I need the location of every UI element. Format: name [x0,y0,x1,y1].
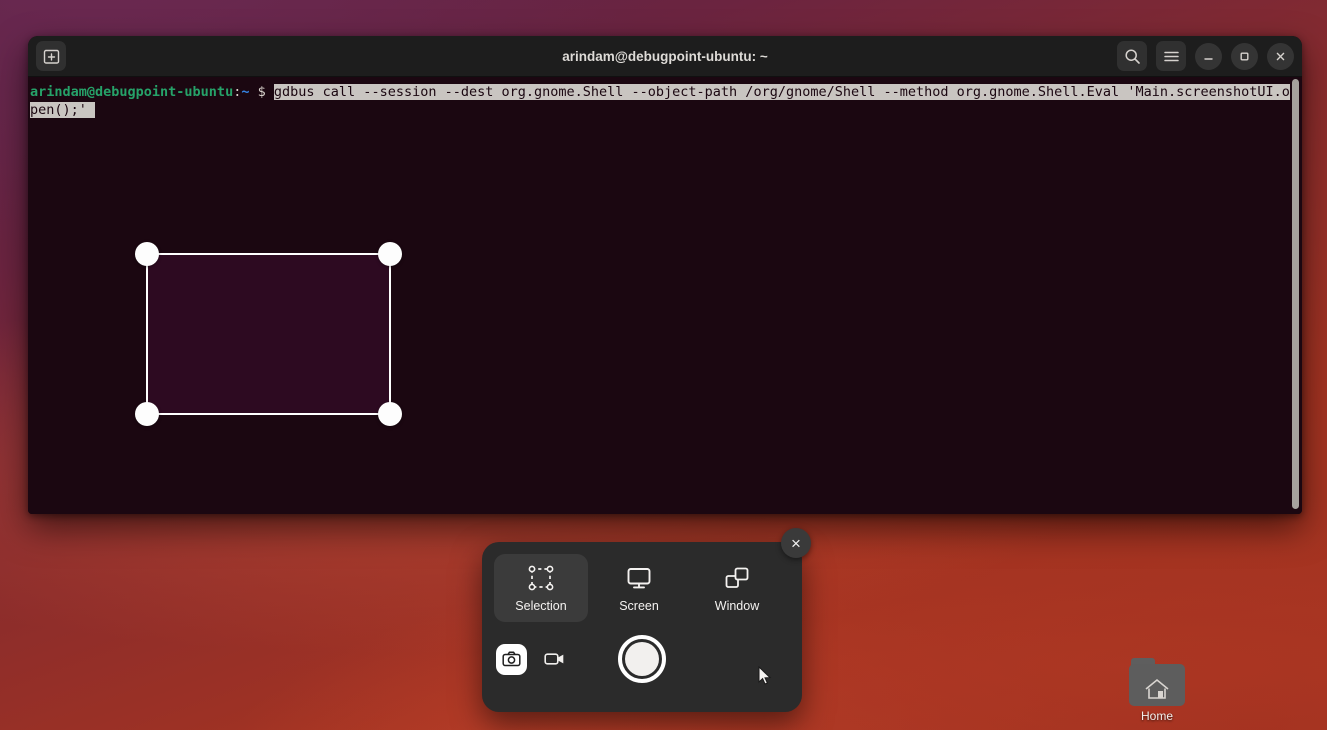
terminal-prompt-line: arindam@debugpoint-ubuntu:~ $ gdbus call… [30,83,1302,119]
search-icon[interactable] [1117,41,1147,71]
house-glyph [1144,678,1170,700]
selection-handle-bottom-left[interactable] [135,402,159,426]
mode-selection-label: Selection [515,599,566,613]
terminal-title: arindam@debugpoint-ubuntu: ~ [28,49,1302,64]
screenshot-ui-panel[interactable]: × Selection [482,542,802,712]
panel-close-icon[interactable]: × [781,528,811,558]
mode-selection-button[interactable]: Selection [494,554,588,622]
desktop-icon-label: Home [1141,709,1173,723]
selection-handle-top-right[interactable] [378,242,402,266]
terminal-window[interactable]: arindam@debugpoint-ubuntu: ~ [28,36,1302,514]
mode-window-label: Window [715,599,759,613]
selection-handle-top-left[interactable] [135,242,159,266]
prompt-dollar-space [249,84,257,100]
desktop-icon-home[interactable]: Home [1124,658,1190,723]
mode-screen-label: Screen [619,599,659,613]
home-folder-icon [1129,658,1185,706]
terminal-titlebar[interactable]: arindam@debugpoint-ubuntu: ~ [28,36,1302,77]
mode-screen-button[interactable]: Screen [592,554,686,622]
video-camera-icon[interactable] [539,644,570,675]
capture-mode-row: Selection Screen [482,542,802,622]
mode-window-button[interactable]: Window [690,554,784,622]
hamburger-menu-icon[interactable] [1156,41,1186,71]
selection-icon [527,563,555,593]
terminal-body[interactable]: arindam@debugpoint-ubuntu:~ $ gdbus call… [28,77,1302,514]
mouse-pointer-cursor [758,666,772,686]
capture-action-row [482,622,802,696]
window-icon [723,563,751,593]
capture-shutter-inner [625,642,659,676]
maximize-icon[interactable] [1231,43,1258,70]
minimize-icon[interactable] [1195,43,1222,70]
prompt-dollar: $ [258,84,266,100]
new-tab-icon[interactable] [36,41,66,71]
screen-icon [625,563,653,593]
close-icon[interactable] [1267,43,1294,70]
capture-shutter-button[interactable] [618,635,666,683]
selection-handle-bottom-right[interactable] [378,402,402,426]
desktop: Home arindam@debugpoint-ubuntu: ~ [0,0,1327,730]
screenshot-selection-region[interactable] [147,254,390,414]
prompt-user-host: arindam@debugpoint-ubuntu [30,84,233,100]
terminal-cursor-block [87,102,95,118]
terminal-scrollbar[interactable] [1292,79,1299,509]
camera-icon[interactable] [496,644,527,675]
